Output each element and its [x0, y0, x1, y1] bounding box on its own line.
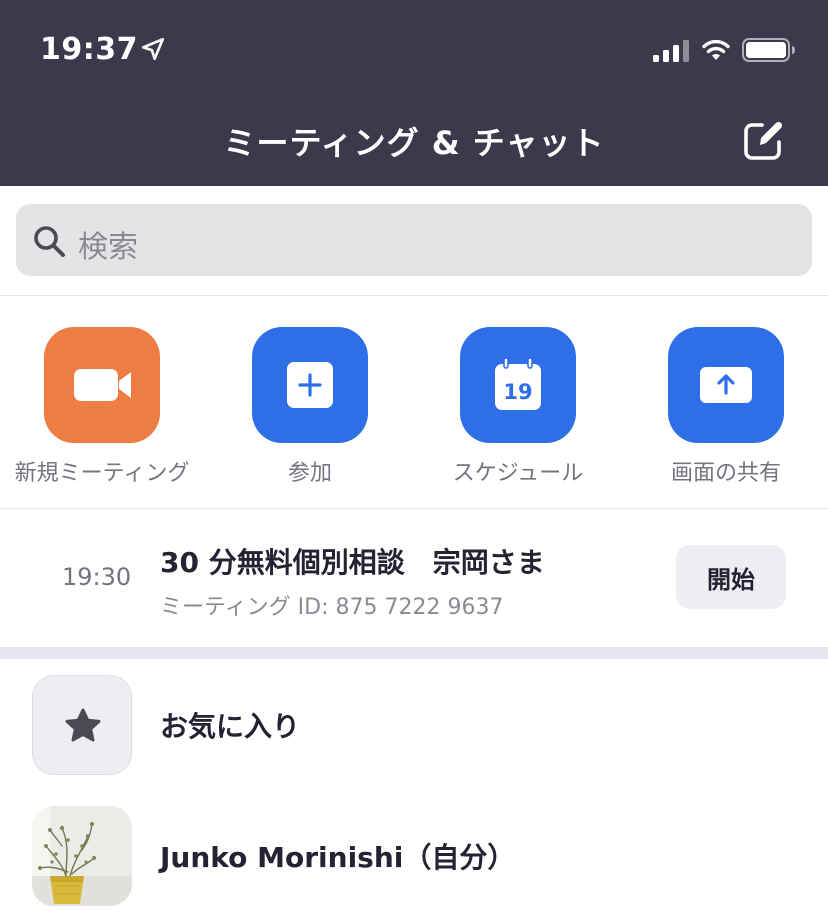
search-input[interactable]: 検索 [16, 204, 812, 276]
join-tile [252, 327, 368, 443]
meeting-time: 19:30 [62, 563, 132, 591]
new-meeting-label: 新規ミーティング [14, 461, 190, 486]
section-divider [0, 647, 828, 659]
avatar [32, 806, 132, 906]
star-icon [65, 708, 101, 742]
plant-photo-avatar [32, 806, 132, 906]
app-screen: 19:37 ミーティング & チャット 検索 新規ミーティング 参加 19 スケ… [0, 0, 828, 920]
search-placeholder: 検索 [78, 230, 138, 265]
compose-icon [744, 121, 783, 160]
start-meeting-button[interactable]: 開始 [676, 545, 786, 609]
plus-icon [287, 362, 333, 408]
share-screen-icon [700, 367, 752, 403]
status-bar: 19:37 [0, 0, 828, 98]
status-time: 19:37 [40, 32, 138, 67]
search-icon [34, 226, 65, 257]
quick-actions: 新規ミーティング 参加 19 スケジュール 画面の共有 [0, 297, 828, 509]
wifi-icon [702, 39, 730, 60]
battery-icon [742, 38, 795, 62]
schedule-label: スケジュール [452, 461, 584, 486]
list-item-self[interactable]: Junko Morinishi（自分） [0, 790, 828, 920]
location-arrow-icon [141, 37, 165, 61]
share-screen-tile [668, 327, 784, 443]
share-screen-button[interactable]: 画面の共有 [622, 327, 828, 497]
compose-button[interactable] [740, 116, 788, 164]
favorites-avatar [32, 675, 132, 775]
new-meeting-tile [44, 327, 160, 443]
favorites-label: お気に入り [160, 710, 301, 743]
cellular-signal-icon [653, 40, 689, 62]
meeting-title: 30 分無料個別相談 宗岡さま [160, 546, 545, 579]
upcoming-meeting-row[interactable]: 19:30 30 分無料個別相談 宗岡さま ミーティング ID: 875 722… [0, 509, 828, 647]
header: 19:37 ミーティング & チャット [0, 0, 828, 186]
meeting-id: ミーティング ID: 875 7222 9637 [160, 595, 504, 620]
calendar-day-number: 19 [503, 380, 532, 404]
schedule-button[interactable]: 19 スケジュール [414, 327, 622, 497]
join-button[interactable]: 参加 [206, 327, 414, 497]
self-contact-label: Junko Morinishi（自分） [160, 841, 516, 874]
new-meeting-button[interactable]: 新規ミーティング [0, 327, 206, 497]
search-area: 検索 [0, 186, 828, 296]
calendar-icon: 19 [495, 357, 541, 410]
schedule-tile: 19 [460, 327, 576, 443]
list-item-favorites[interactable]: お気に入り [0, 659, 828, 789]
share-screen-label: 画面の共有 [670, 461, 781, 486]
page-title: ミーティング & チャット [223, 124, 605, 162]
video-camera-icon [74, 369, 131, 401]
join-label: 参加 [287, 461, 332, 486]
